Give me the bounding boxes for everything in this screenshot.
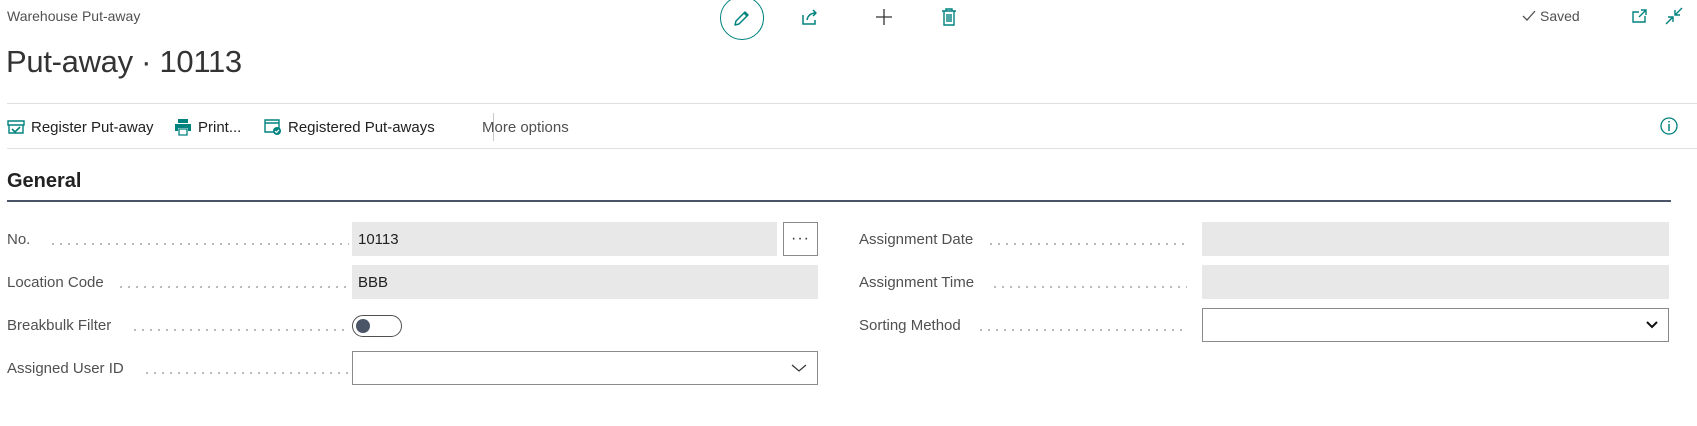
sorting-method-select[interactable]: [1202, 308, 1669, 342]
open-in-new-window-icon[interactable]: [1630, 6, 1650, 26]
top-bar: Warehouse Put-away Saved: [0, 0, 1697, 40]
collapse-icon[interactable]: [1664, 6, 1684, 26]
field-assignment-time: Assignment Time: [859, 265, 1669, 299]
field-breakbulk-filter: Breakbulk Filter: [7, 308, 817, 342]
register-put-away-label: Register Put-away: [31, 118, 154, 136]
new-button[interactable]: [864, 0, 904, 37]
breakbulk-filter-toggle[interactable]: [352, 315, 402, 337]
assignment-date-input[interactable]: [1202, 222, 1669, 256]
registered-put-aways-label: Registered Put-aways: [288, 118, 435, 136]
no-input[interactable]: 10113: [352, 222, 777, 256]
leader-dots: [977, 329, 1187, 331]
toggle-knob: [356, 319, 370, 333]
checkmark-icon: [1522, 10, 1536, 21]
window-controls: [1630, 6, 1684, 26]
info-icon[interactable]: [1659, 116, 1679, 136]
chevron-down-icon: [791, 364, 807, 372]
breadcrumb[interactable]: Warehouse Put-away: [7, 8, 140, 24]
share-icon: [802, 9, 817, 25]
assignment-time-label: Assignment Time: [859, 273, 975, 291]
section-divider: [7, 200, 1671, 202]
register-put-away-button[interactable]: Register Put-away: [7, 104, 154, 150]
no-assist-button[interactable]: ···: [783, 222, 818, 256]
action-bar: Register Put-away Print... Registered Pu…: [7, 103, 1697, 149]
more-options-label: More options: [482, 118, 569, 136]
field-no: No. 10113 ···: [7, 222, 818, 256]
chevron-down-icon: [1646, 321, 1658, 329]
print-label: Print...: [198, 118, 242, 136]
section-general-title[interactable]: General: [7, 170, 81, 193]
assignment-time-input[interactable]: [1202, 265, 1669, 299]
delete-button[interactable]: [929, 0, 969, 37]
print-button[interactable]: Print...: [174, 104, 241, 150]
page-title: Put-away · 10113: [6, 44, 242, 79]
assignment-date-label: Assignment Date: [859, 230, 974, 248]
field-assigned-user-id: Assigned User ID: [7, 351, 818, 385]
leader-dots: [143, 372, 349, 374]
plus-icon: [876, 9, 892, 25]
field-sorting-method: Sorting Method: [859, 308, 1669, 342]
leader-dots: [991, 286, 1187, 288]
more-options-button[interactable]: More options: [482, 104, 569, 150]
trash-icon: [942, 8, 956, 26]
field-assignment-date: Assignment Date: [859, 222, 1669, 256]
no-label: No.: [7, 230, 31, 248]
edit-button[interactable]: [720, 0, 764, 40]
leader-dots: [117, 286, 349, 288]
printer-icon: [175, 119, 191, 136]
pencil-icon: [734, 11, 749, 26]
leader-dots: [987, 243, 1187, 245]
leader-dots: [131, 329, 349, 331]
breakbulk-filter-label: Breakbulk Filter: [7, 316, 112, 334]
register-icon: [7, 120, 25, 134]
share-button[interactable]: [790, 0, 830, 37]
assigned-user-id-label: Assigned User ID: [7, 359, 124, 377]
registered-document-icon: [264, 119, 281, 135]
registered-put-aways-button[interactable]: Registered Put-aways: [264, 104, 435, 150]
assigned-user-id-select[interactable]: [352, 351, 818, 385]
saved-status: Saved: [1522, 8, 1580, 24]
leader-dots: [49, 243, 349, 245]
location-code-input[interactable]: BBB: [352, 265, 818, 299]
saved-label: Saved: [1540, 8, 1580, 24]
sorting-method-label: Sorting Method: [859, 316, 961, 334]
location-code-label: Location Code: [7, 273, 104, 291]
field-location-code: Location Code BBB: [7, 265, 818, 299]
